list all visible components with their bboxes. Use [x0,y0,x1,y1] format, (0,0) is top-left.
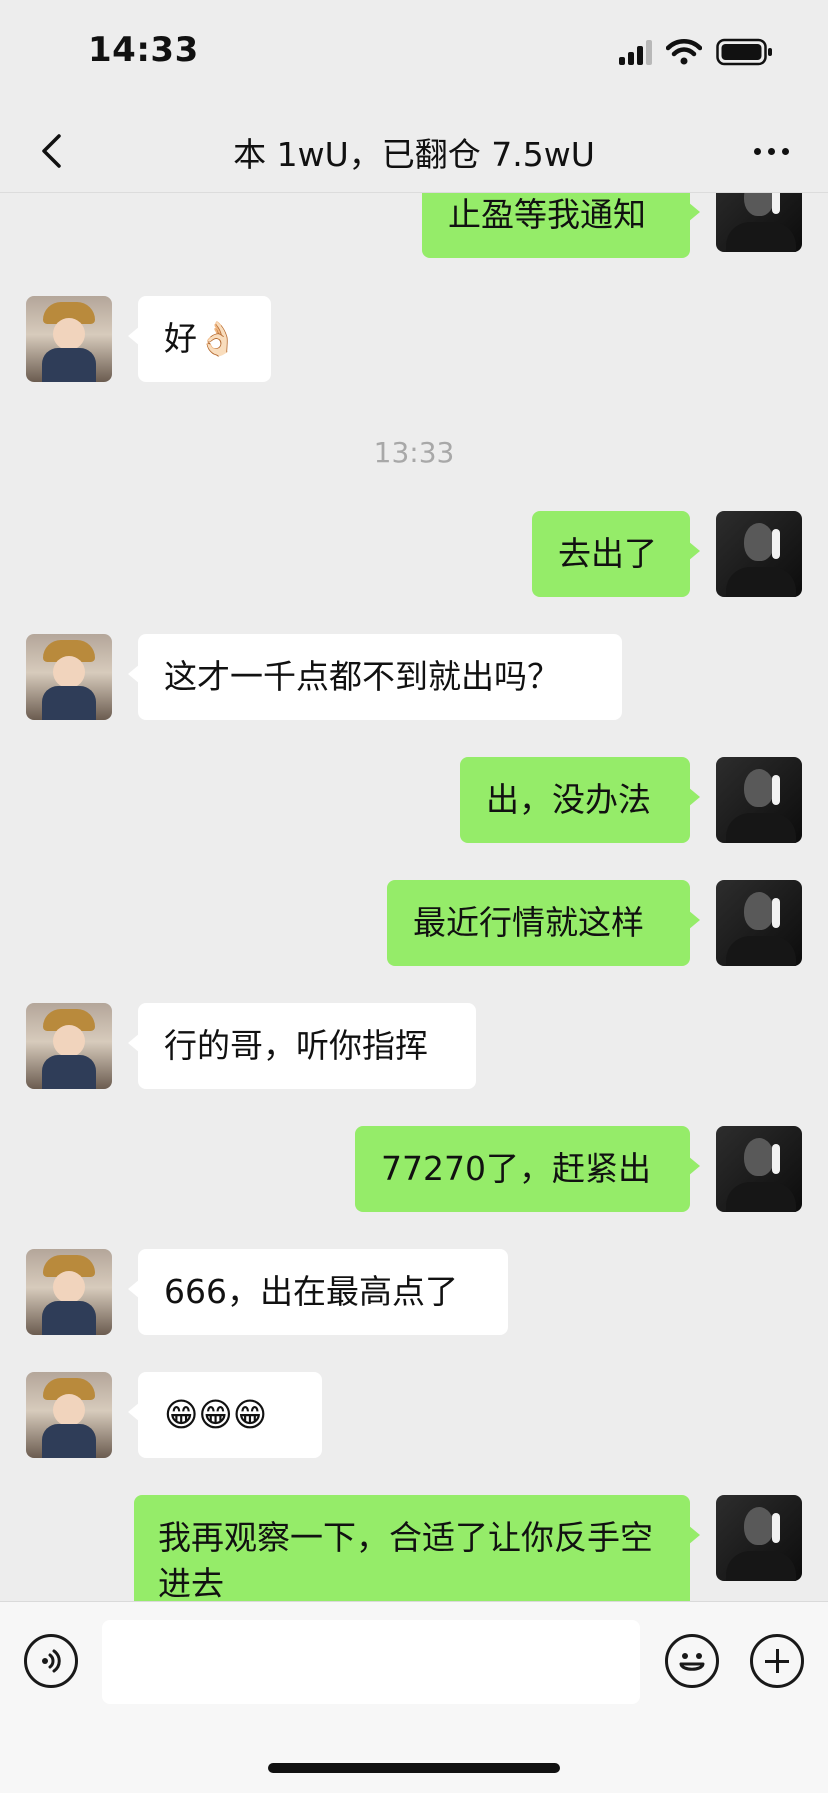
message-bubble-outgoing[interactable]: 出，没办法 [460,757,700,843]
signal-icon [619,39,652,65]
message-bubble-outgoing[interactable]: 77270了，赶紧出 [355,1126,700,1212]
message-bubble-incoming[interactable]: 好👌🏻 [128,296,271,382]
wifi-icon [666,39,702,65]
avatar-me[interactable] [716,880,802,966]
avatar-me[interactable] [716,757,802,843]
message-bubble-incoming[interactable]: 666，出在最高点了 [128,1249,508,1335]
avatar-me[interactable] [716,511,802,597]
avatar-contact[interactable] [26,1372,112,1458]
avatar-me[interactable] [716,1495,802,1581]
message-timestamp: 13:33 [373,436,455,469]
avatar-me[interactable] [716,193,802,252]
message-bubble-incoming[interactable]: 这才一千点都不到就出吗？ [128,634,622,720]
status-icons [619,38,774,66]
message-bubble-incoming[interactable]: 😁😁😁 [128,1372,322,1458]
home-indicator [268,1763,560,1773]
emoji-button[interactable] [665,1634,719,1688]
more-button[interactable] [744,128,798,174]
message-input[interactable] [102,1620,640,1704]
message-bubble-outgoing[interactable]: 我再观察一下，合适了让你反手空进去 [134,1495,700,1601]
more-dots-icon [753,147,761,155]
avatar-contact[interactable] [26,1249,112,1335]
emoji-icon [679,1653,705,1671]
chat-header: 本 1wU，已翻仓 7.5wU [0,110,828,193]
voice-button[interactable] [24,1634,78,1688]
battery-icon [716,38,772,66]
avatar-contact[interactable] [26,634,112,720]
avatar-me[interactable] [716,1126,802,1212]
message-bubble-outgoing[interactable]: 去出了 [532,511,700,597]
plus-button[interactable] [750,1634,804,1688]
avatar-contact[interactable] [26,1003,112,1089]
chat-area[interactable]: 止盈等我通知 好👌🏻 13:33 去出了 这才一千点都不到就出吗？ 出，没办法 … [0,193,828,1601]
status-bar: 14:33 [0,0,828,110]
voice-icon [42,1649,61,1673]
status-time: 14:33 [88,30,199,70]
avatar-contact[interactable] [26,296,112,382]
chat-title: 本 1wU，已翻仓 7.5wU [233,135,595,174]
input-bar [0,1601,828,1793]
message-bubble-outgoing[interactable]: 止盈等我通知 [422,193,700,258]
message-bubble-outgoing[interactable]: 最近行情就这样 [387,880,700,966]
message-bubble-incoming[interactable]: 行的哥，听你指挥 [128,1003,476,1089]
